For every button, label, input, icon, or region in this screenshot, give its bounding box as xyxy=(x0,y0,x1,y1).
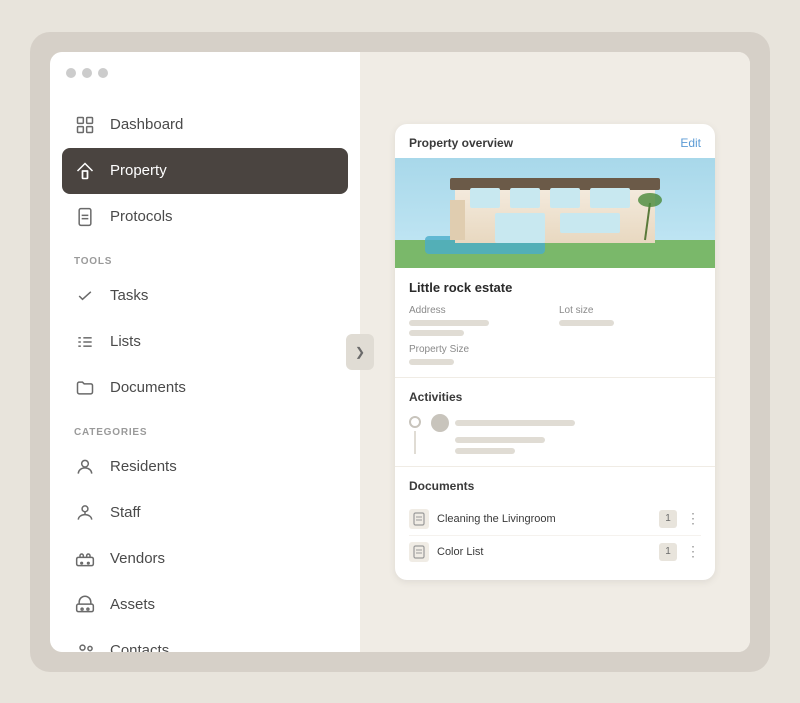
address-detail: Address xyxy=(409,305,551,336)
property-info: Little rock estate Address Lot size P xyxy=(395,268,715,378)
protocols-label: Protocols xyxy=(110,208,173,225)
doc-more-icon-2[interactable]: ⋮ xyxy=(685,544,701,560)
sidebar-item-dashboard[interactable]: Dashboard xyxy=(50,102,360,148)
lot-size-value-bar xyxy=(559,320,614,326)
activity-content xyxy=(431,414,701,454)
list-icon xyxy=(74,331,96,353)
staff-icon xyxy=(74,502,96,524)
edit-button[interactable]: Edit xyxy=(680,136,701,150)
property-size-value-bar xyxy=(409,359,454,365)
property-details: Address Lot size Property Size xyxy=(409,305,701,365)
activity-timeline xyxy=(409,414,701,454)
lot-size-detail: Lot size xyxy=(559,305,701,336)
documents-section: Documents Cleaning the Livingroom 1 ⋮ xyxy=(395,467,715,580)
contacts-icon xyxy=(74,640,96,652)
documents-title: Documents xyxy=(409,479,701,493)
sidebar-item-staff[interactable]: Staff xyxy=(50,490,360,536)
sidebar: Dashboard Property xyxy=(50,52,360,652)
sidebar-item-property[interactable]: Property xyxy=(62,148,348,194)
doc-file-icon-2 xyxy=(409,542,429,562)
doc-name-2: Color List xyxy=(437,546,651,558)
property-size-detail: Property Size xyxy=(409,344,551,365)
assets-icon xyxy=(74,594,96,616)
right-panel: ❯ Property overview Edit xyxy=(360,52,750,652)
staff-label: Staff xyxy=(110,504,141,521)
doc-name-1: Cleaning the Livingroom xyxy=(437,513,651,525)
timeline-vertical-line xyxy=(414,431,416,454)
toggle-arrow[interactable]: ❯ xyxy=(346,334,374,370)
tablet-frame: Dashboard Property xyxy=(30,32,770,672)
assets-label: Assets xyxy=(110,596,155,613)
sidebar-item-contacts[interactable]: Contacts xyxy=(50,628,360,652)
doc-more-icon-1[interactable]: ⋮ xyxy=(685,511,701,527)
categories-section-label: CATEGORIES xyxy=(50,411,360,444)
doc-file-icon-1 xyxy=(409,509,429,529)
sidebar-item-assets[interactable]: Assets xyxy=(50,582,360,628)
activity-row-1 xyxy=(431,414,701,432)
documents-label: Documents xyxy=(110,379,186,396)
person-icon xyxy=(74,456,96,478)
lists-label: Lists xyxy=(110,333,141,350)
vendors-label: Vendors xyxy=(110,550,165,567)
address-value-bar-2 xyxy=(409,330,464,336)
activities-title: Activities xyxy=(409,390,701,404)
check-icon xyxy=(74,285,96,307)
chevron-right-icon: ❯ xyxy=(355,345,365,359)
property-name: Little rock estate xyxy=(409,280,701,295)
dashboard-icon xyxy=(74,114,96,136)
property-size-label: Property Size xyxy=(409,344,551,355)
folder-icon xyxy=(74,377,96,399)
sidebar-item-residents[interactable]: Residents xyxy=(50,444,360,490)
activity-bar-3 xyxy=(455,448,515,454)
dot-2 xyxy=(82,68,92,78)
sidebar-item-protocols[interactable]: Protocols xyxy=(50,194,360,240)
home-icon xyxy=(74,160,96,182)
card-header: Property overview Edit xyxy=(395,124,715,158)
sidebar-item-tasks[interactable]: Tasks xyxy=(50,273,360,319)
property-label: Property xyxy=(110,162,167,179)
vendors-icon xyxy=(74,548,96,570)
residents-label: Residents xyxy=(110,458,177,475)
doc-item-2[interactable]: Color List 1 ⋮ xyxy=(409,536,701,568)
tablet-inner: Dashboard Property xyxy=(50,52,750,652)
activity-avatar xyxy=(431,414,449,432)
dashboard-label: Dashboard xyxy=(110,116,183,133)
dot-1 xyxy=(66,68,76,78)
address-value-bar xyxy=(409,320,489,326)
address-label: Address xyxy=(409,305,551,316)
timeline-dot xyxy=(409,416,421,428)
sidebar-item-lists[interactable]: Lists xyxy=(50,319,360,365)
sidebar-item-vendors[interactable]: Vendors xyxy=(50,536,360,582)
activity-bar-1 xyxy=(455,420,575,426)
dot-3 xyxy=(98,68,108,78)
activity-bar-2 xyxy=(455,437,545,443)
tasks-label: Tasks xyxy=(110,287,148,304)
doc-badge-2: 1 xyxy=(659,543,677,561)
property-card: Property overview Edit xyxy=(395,124,715,580)
activities-section: Activities xyxy=(395,378,715,467)
protocols-icon xyxy=(74,206,96,228)
property-image xyxy=(395,158,715,268)
contacts-label: Contacts xyxy=(110,642,169,652)
lot-size-label: Lot size xyxy=(559,305,701,316)
timeline-line xyxy=(409,414,421,454)
browser-dots xyxy=(66,68,108,78)
doc-badge-1: 1 xyxy=(659,510,677,528)
sidebar-item-documents[interactable]: Documents xyxy=(50,365,360,411)
doc-item-1[interactable]: Cleaning the Livingroom 1 ⋮ xyxy=(409,503,701,536)
card-overview-title: Property overview xyxy=(409,136,513,150)
tools-section-label: TOOLS xyxy=(50,240,360,273)
